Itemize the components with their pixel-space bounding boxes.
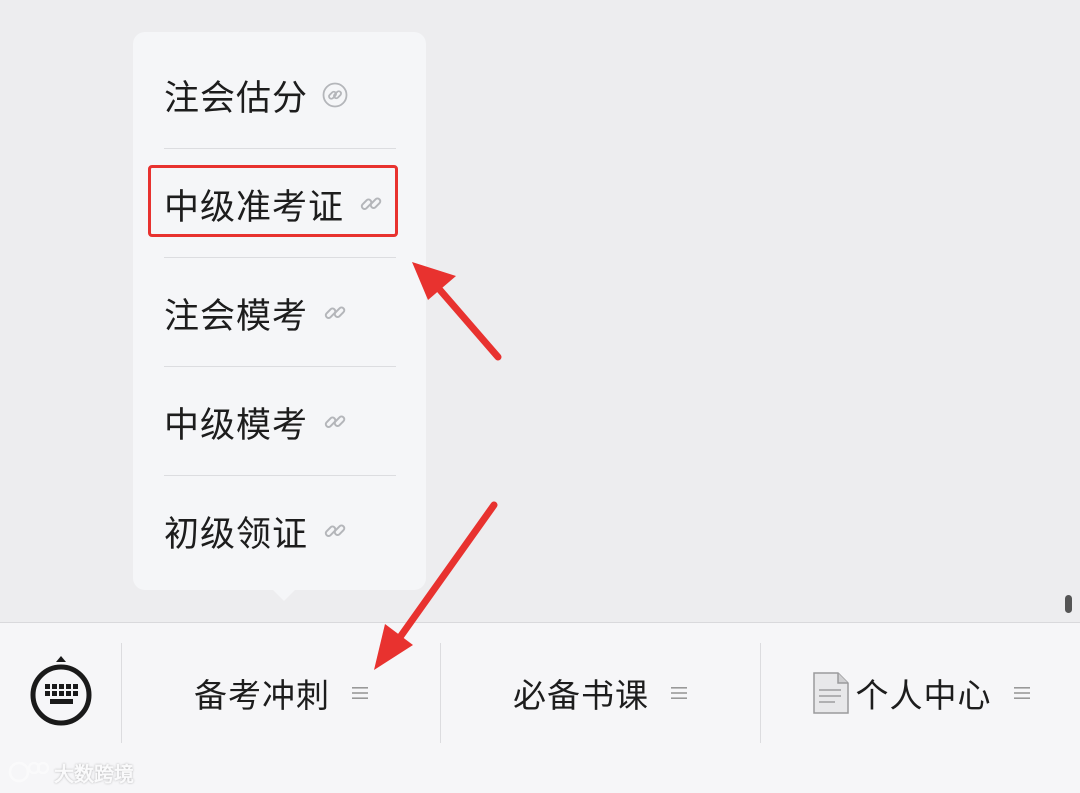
watermark: 大数跨境 [8,755,134,789]
menu-lines-icon [1013,687,1030,699]
document-icon [812,672,849,714]
scrollbar[interactable] [1065,595,1072,613]
tab-label: 必备书课 [513,676,649,715]
tab-essential-books-courses[interactable]: 必备书课 [441,643,759,743]
menu-divider [164,475,396,476]
menu-item-label: 注会模考 [164,296,309,337]
popup-pointer [269,586,299,601]
menu-divider [164,257,396,258]
tab-personal-center[interactable]: 个人中心 [761,643,1080,743]
watermark-logo-icon [8,761,50,783]
watermark-text: 大数跨境 [54,761,134,786]
link-icon [324,306,346,319]
menu-item-label: 中级模考 [164,405,309,446]
link-icon [322,82,348,108]
menu-item-cpa-mock-exam[interactable]: 注会模考 [164,259,396,367]
bottom-menu-bar: 备考冲刺 必备书课 个人中心 [0,622,1080,793]
submenu-popup: 注会估分 中级准考证 注会模考 中级模考 初级领证 [133,32,426,590]
menu-item-intermediate-mock-exam[interactable]: 中级模考 [164,368,396,476]
tab-label: 备考冲刺 [194,676,330,715]
menu-item-cpa-score-estimate[interactable]: 注会估分 [164,41,396,149]
menu-lines-icon [671,687,687,699]
tab-exam-sprint[interactable]: 备考冲刺 [122,643,440,743]
keyboard-icon[interactable] [28,655,94,727]
menu-divider [164,366,396,367]
menu-item-label: 初级领证 [164,514,309,555]
tab-label: 个人中心 [855,676,992,715]
menu-divider [164,148,396,149]
annotation-highlight-box [148,165,398,237]
menu-lines-icon [352,687,368,699]
link-icon [324,524,346,537]
menu-item-junior-certificate[interactable]: 初级领证 [164,477,396,585]
link-icon [324,415,346,428]
menu-item-label: 注会估分 [164,78,309,119]
